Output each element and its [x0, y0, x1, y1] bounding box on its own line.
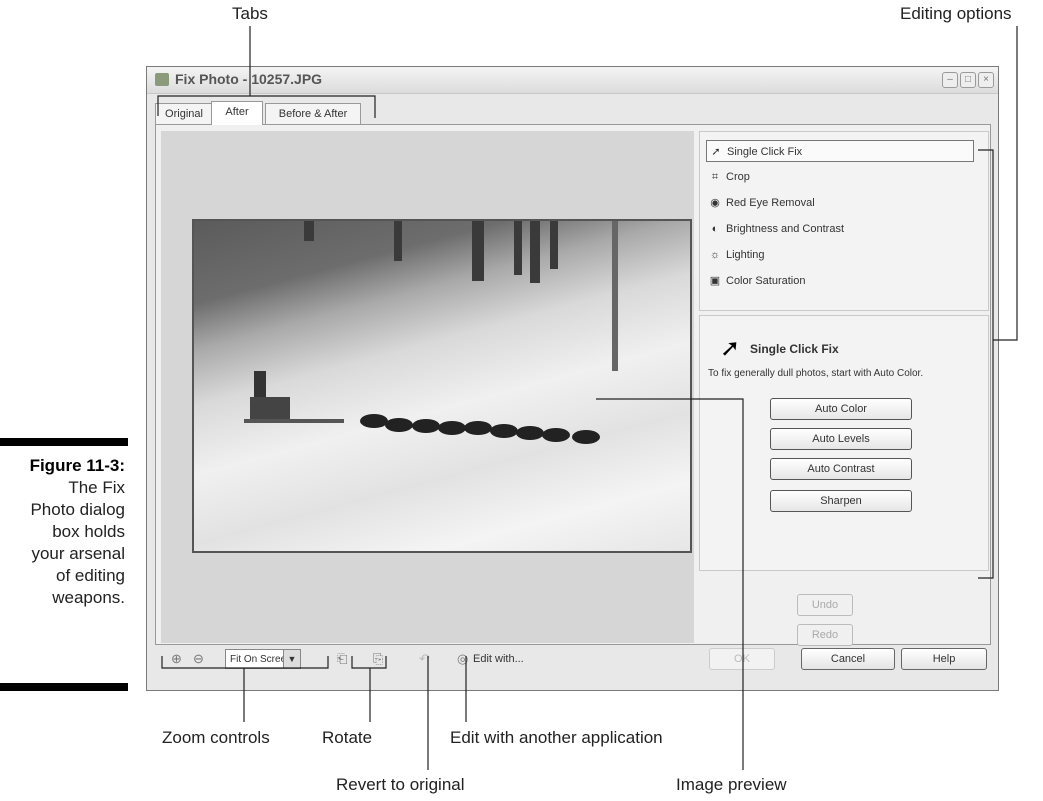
lighting-icon: ☼	[709, 249, 721, 261]
zoom-out-icon[interactable]: ⊖	[193, 651, 204, 667]
detail-description: To fix generally dull photos, start with…	[708, 368, 924, 379]
brightness-icon: ◐	[711, 223, 719, 235]
callout-rotate: Rotate	[322, 728, 373, 747]
zoom-in-icon[interactable]: ⊕	[171, 651, 182, 667]
figure-label: Figure 11-3:	[29, 456, 125, 475]
option-brightness-contrast[interactable]: ◐ Brightness and Contrast	[708, 218, 844, 240]
undo-button[interactable]: Undo	[797, 594, 853, 616]
callout-image-preview: Image preview	[676, 775, 787, 794]
option-single-click-fix[interactable]: ➚ Single Click Fix	[706, 140, 974, 162]
maximize-icon[interactable]: □	[960, 72, 976, 88]
option-label: Brightness and Contrast	[726, 223, 845, 235]
option-label: Crop	[726, 171, 750, 183]
callout-revert: Revert to original	[336, 775, 465, 794]
option-color-saturation[interactable]: ▣ Color Saturation	[708, 270, 806, 292]
caption-line: Photo dialog	[30, 500, 125, 519]
edit-with-button[interactable]: Edit with...	[473, 653, 524, 665]
image-preview[interactable]	[192, 219, 692, 553]
figure-rule-bottom	[0, 683, 128, 691]
callout-edit-with-app: Edit with another application	[450, 728, 663, 747]
single-click-fix-icon: ➚	[720, 335, 741, 362]
callout-zoom-controls: Zoom controls	[162, 728, 270, 747]
chevron-down-icon[interactable]: ▼	[283, 650, 300, 668]
tab-original[interactable]: Original	[155, 103, 213, 124]
dog-sled-team	[244, 371, 600, 444]
eye-icon: ◉	[710, 197, 720, 209]
figure-rule-top	[0, 438, 128, 446]
sharpen-button[interactable]: Sharpen	[770, 490, 912, 512]
fix-photo-dialog: Fix Photo - 10257.JPG – □ × Original Aft…	[146, 66, 999, 691]
option-lighting[interactable]: ☼ Lighting	[708, 244, 765, 266]
saturation-icon: ▣	[709, 275, 721, 287]
image-preview-area	[161, 131, 694, 643]
auto-contrast-button[interactable]: Auto Contrast	[770, 458, 912, 480]
editing-options-panel: ➚ Single Click Fix ⌗ Crop ◉ Red Eye Removal…	[699, 131, 989, 311]
rotate-right-icon[interactable]: ⎘	[373, 651, 383, 667]
title-bar: Fix Photo - 10257.JPG – □ ×	[147, 67, 998, 94]
caption-line: weapons.	[52, 588, 125, 607]
minimize-icon[interactable]: –	[942, 72, 958, 88]
caption-line: your arsenal	[31, 544, 125, 563]
crop-icon: ⌗	[711, 171, 719, 183]
ok-button[interactable]: OK	[709, 648, 775, 670]
auto-levels-button[interactable]: Auto Levels	[770, 428, 912, 450]
auto-color-button[interactable]: Auto Color	[770, 398, 912, 420]
rotate-left-icon[interactable]: ⎗	[337, 651, 347, 667]
caption-line: box holds	[52, 522, 125, 541]
cursor-icon: ➚	[711, 146, 721, 158]
option-red-eye-removal[interactable]: ◉ Red Eye Removal	[708, 192, 815, 214]
cancel-button[interactable]: Cancel	[801, 648, 895, 670]
option-detail-panel: ➚ Single Click Fix To fix generally dull…	[699, 315, 989, 571]
caption-line: of editing	[56, 566, 125, 585]
edit-with-icon[interactable]: ◎	[457, 651, 468, 667]
tab-after[interactable]: After	[211, 101, 263, 125]
option-label: Lighting	[726, 249, 765, 261]
option-label: Red Eye Removal	[726, 197, 815, 209]
app-icon	[155, 73, 169, 86]
callout-editing-options: Editing options	[900, 4, 1012, 23]
caption-line: The Fix	[68, 478, 125, 497]
option-label: Single Click Fix	[727, 146, 803, 158]
close-icon[interactable]: ×	[978, 72, 994, 88]
redo-button[interactable]: Redo	[797, 624, 853, 646]
revert-icon[interactable]: ↶	[419, 651, 430, 667]
help-button[interactable]: Help	[901, 648, 987, 670]
option-label: Color Saturation	[726, 275, 806, 287]
detail-heading: Single Click Fix	[750, 342, 839, 356]
option-crop[interactable]: ⌗ Crop	[708, 166, 750, 188]
window-title: Fix Photo - 10257.JPG	[175, 71, 323, 87]
callout-tabs: Tabs	[232, 4, 268, 23]
zoom-select[interactable]: Fit On Screen ▼	[225, 649, 301, 669]
tab-before-after[interactable]: Before & After	[265, 103, 361, 124]
